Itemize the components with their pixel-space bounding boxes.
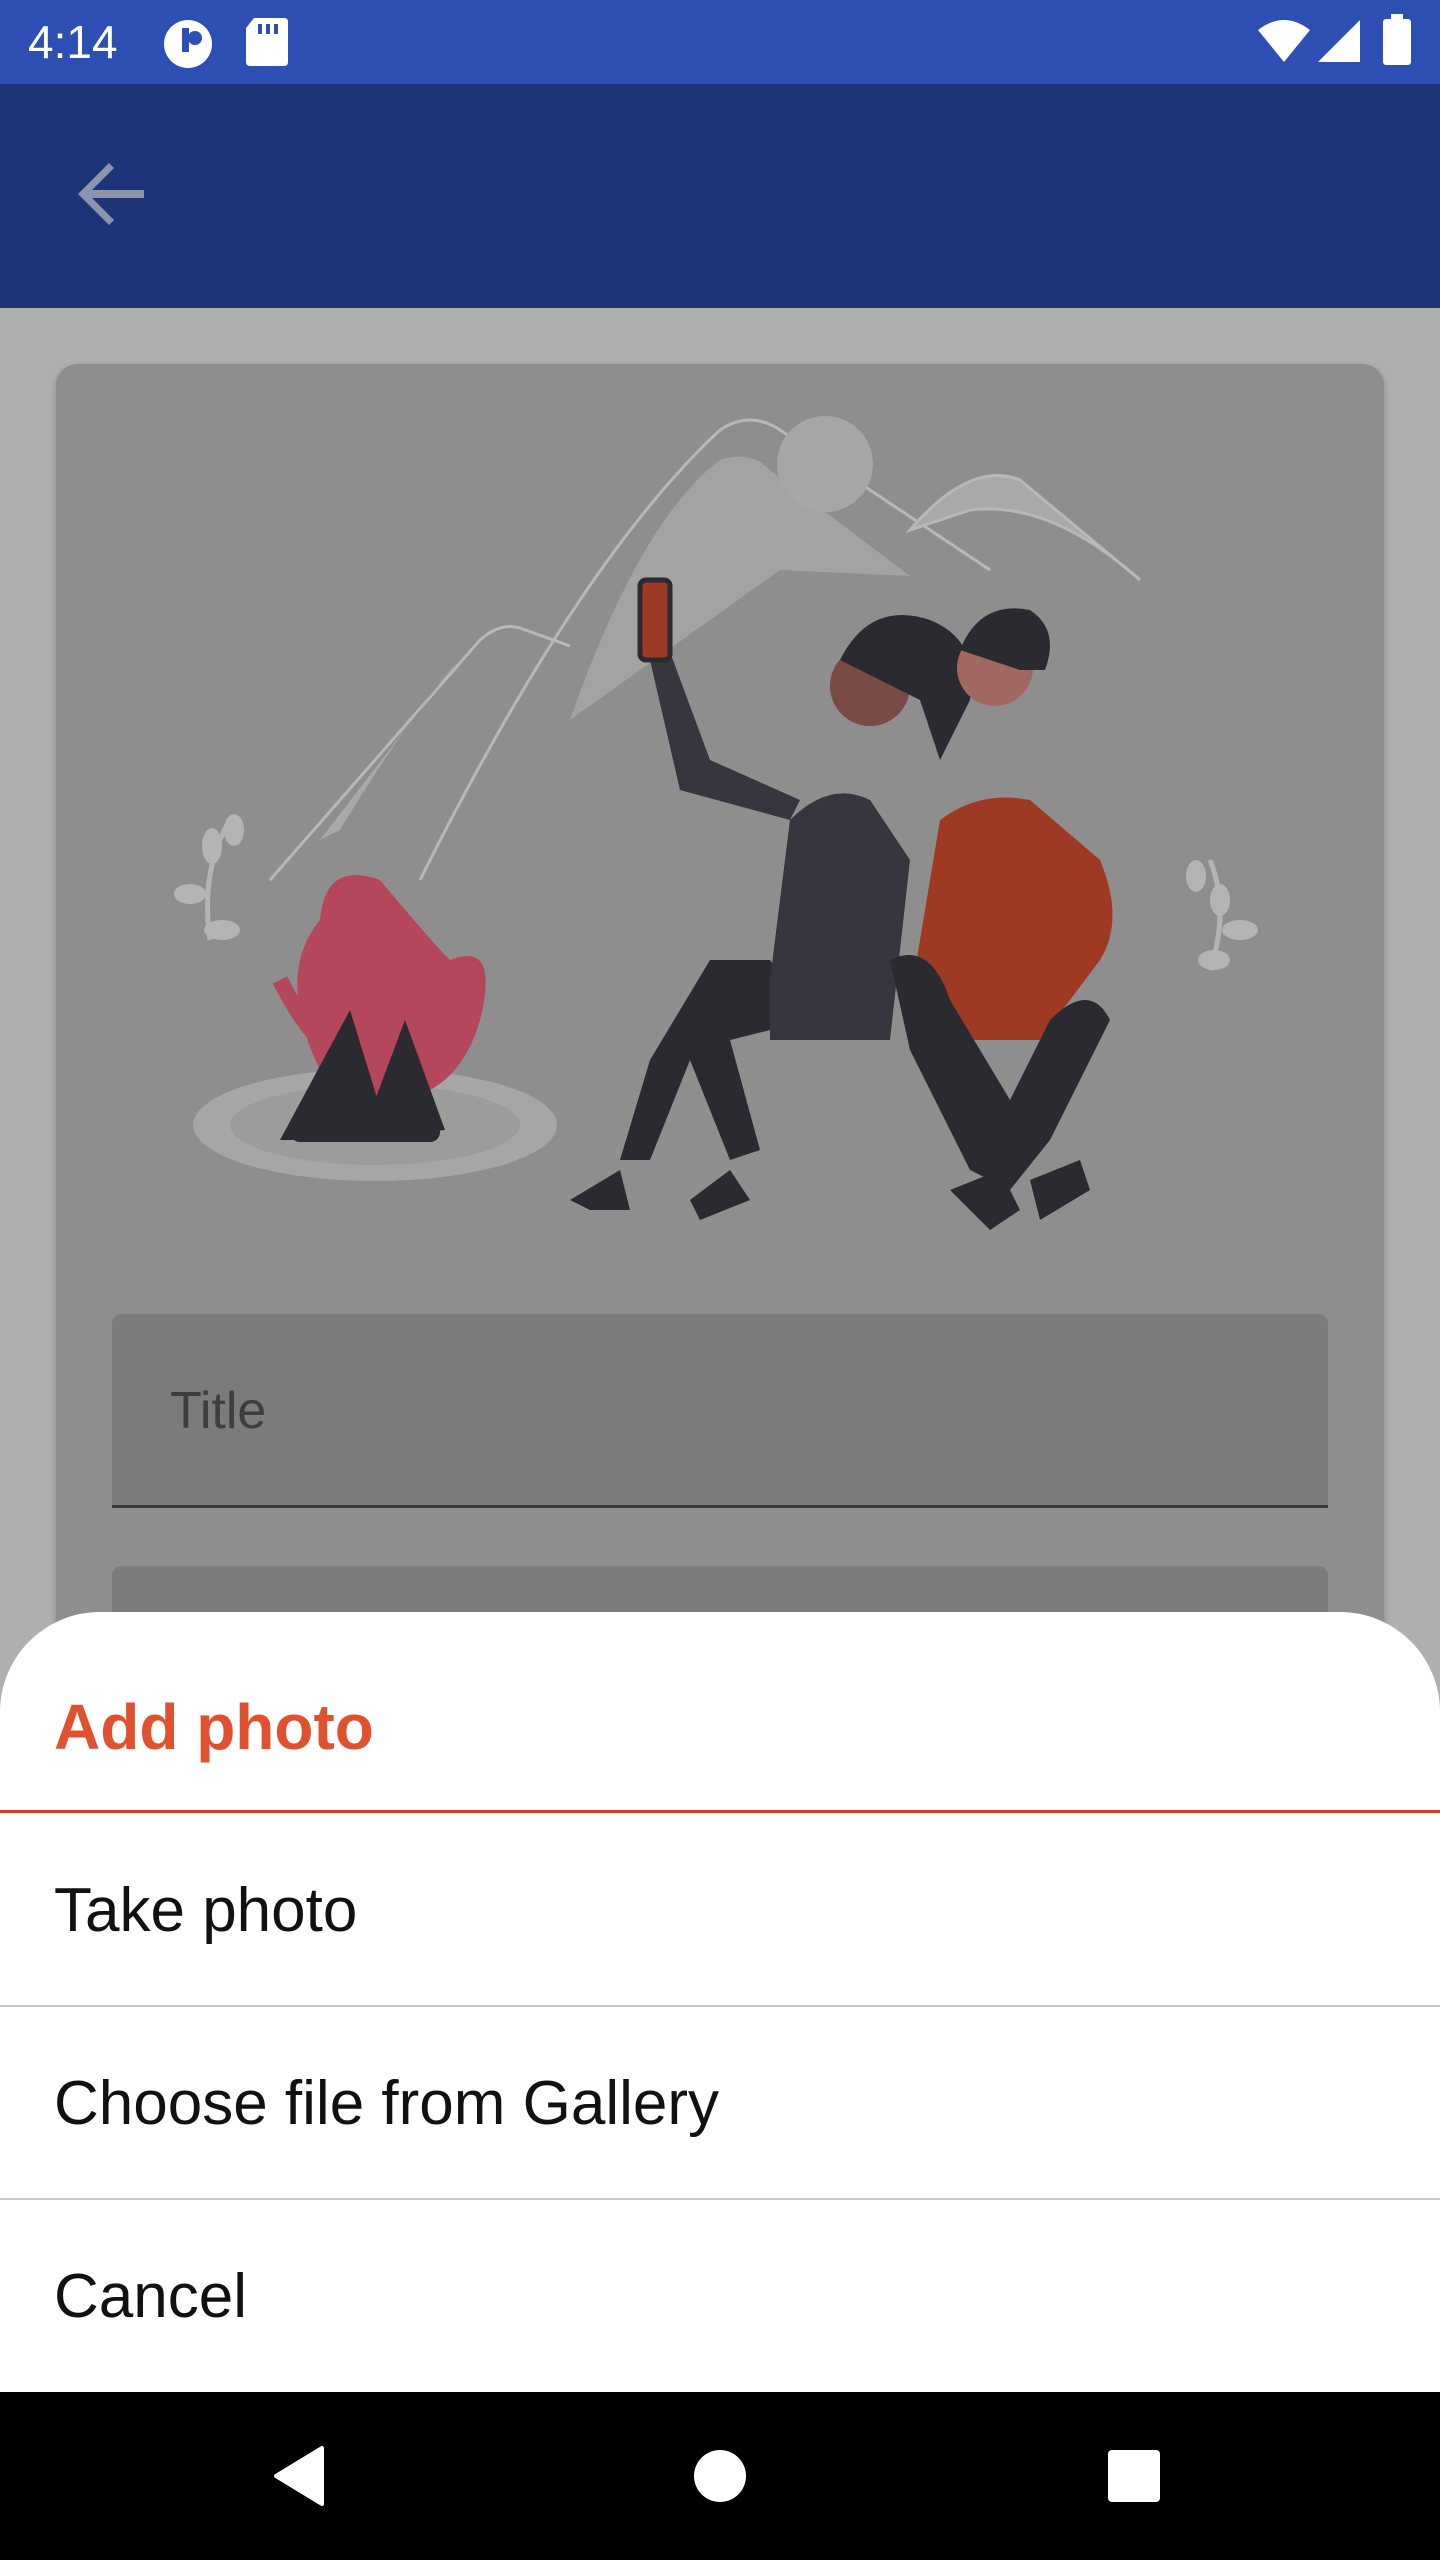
option-divider <box>0 2198 1440 2200</box>
app-bar <box>0 84 1440 308</box>
navigation-bar <box>0 2392 1440 2560</box>
status-bar: 4:14 <box>0 0 1440 84</box>
cancel-option[interactable]: Cancel <box>0 2201 1440 2391</box>
take-photo-option[interactable]: Take photo <box>0 1815 1440 2005</box>
arrow-back-icon <box>78 163 144 225</box>
cloud-sync-icon <box>164 20 212 68</box>
title-input[interactable] <box>168 1374 1272 1448</box>
status-time: 4:14 <box>28 16 118 68</box>
camping-selfie-illustration <box>174 416 1258 1230</box>
add-photo-bottom-sheet: Add photo Take photo Choose file from Ga… <box>0 1612 1440 2392</box>
cellular-signal-icon <box>1318 20 1360 62</box>
nav-recents-button[interactable] <box>1086 2428 1182 2524</box>
back-button[interactable] <box>64 144 160 240</box>
battery-icon <box>1383 14 1411 65</box>
option-divider <box>0 2005 1440 2007</box>
nav-recents-icon <box>1108 2450 1160 2502</box>
nav-home-icon <box>694 2450 746 2502</box>
wifi-icon <box>1258 20 1310 62</box>
choose-from-gallery-option[interactable]: Choose file from Gallery <box>0 2008 1440 2198</box>
nav-back-icon <box>274 2446 324 2506</box>
sd-card-icon <box>246 18 288 66</box>
sheet-title-divider <box>0 1810 1440 1813</box>
title-field[interactable] <box>112 1314 1328 1508</box>
sheet-title: Add photo <box>54 1691 374 1763</box>
nav-back-button[interactable] <box>252 2428 348 2524</box>
nav-home-button[interactable] <box>672 2428 768 2524</box>
